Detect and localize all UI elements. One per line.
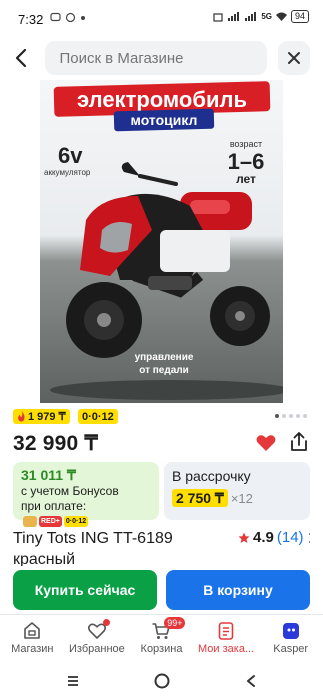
gallery-indicator <box>275 414 307 418</box>
nav-item-orders[interactable]: Мои зака... <box>194 615 259 662</box>
installment-badge: 0·0·12 <box>78 409 118 424</box>
installment-multiplier: ×12 <box>230 490 253 506</box>
signal-icon <box>228 12 240 21</box>
search-input[interactable] <box>59 49 259 67</box>
back-button[interactable] <box>10 46 34 70</box>
age-value: 1–6 <box>228 149 265 174</box>
bonus-price-card[interactable]: 31 011 ₸ с учетом Бонусов при оплате: RE… <box>13 462 159 528</box>
chevron-right-icon <box>308 532 310 543</box>
reviews-count: (14) <box>276 529 304 546</box>
rating-value: 4.9 <box>253 529 274 546</box>
bonus-note-line1: с учетом Бонусов <box>21 484 119 498</box>
product-title: Tiny Tots ING TT-6189 красный <box>13 530 173 566</box>
shop-icon <box>24 622 41 639</box>
bonus-badge: 1 979 ₸ <box>13 409 70 424</box>
add-to-cart-button[interactable]: В корзину <box>166 570 310 610</box>
product-price: 32 990 ₸ <box>13 432 99 455</box>
rating-link[interactable]: 4.9 (14) <box>238 529 310 546</box>
installment-card[interactable]: В рассрочку 2 750 ₸ ×12 <box>164 462 310 520</box>
cart-badge: 99+ <box>164 617 186 629</box>
product-photo: электромобиль мотоцикл 6v аккумулятор во… <box>44 81 283 400</box>
screen: 7:32 5G 94 Поиск в Магазине электромобил… <box>0 0 323 699</box>
status-time: 7:32 <box>18 12 44 27</box>
recents-icon[interactable] <box>65 673 81 689</box>
dot-icon <box>81 15 85 20</box>
battery-label: аккумулятор <box>44 168 91 177</box>
bonus-note-line2-row: при оплате: RED+ 0·0·12 <box>21 499 151 529</box>
back-nav-icon[interactable] <box>243 673 259 689</box>
nav-item-favorites[interactable]: Избранное <box>65 615 130 662</box>
battery-indicator: 94 <box>290 10 309 23</box>
installment-title: В рассрочку <box>172 468 251 484</box>
search-bar[interactable] <box>45 41 267 75</box>
control-note-line1: управление <box>135 352 194 363</box>
product-image[interactable]: электромобиль мотоцикл 6v аккумулятор во… <box>40 80 283 403</box>
control-note-line2: от педали <box>139 365 189 376</box>
home-icon[interactable] <box>153 672 171 690</box>
status-bar: 7:32 5G 94 <box>0 0 323 40</box>
installment-amount: 2 750 ₸ <box>172 489 228 507</box>
star-icon <box>238 532 250 543</box>
chat-icon <box>65 12 76 23</box>
installment-row: 2 750 ₸ ×12 <box>172 489 302 507</box>
camera-icon[interactable] <box>258 48 259 68</box>
gold-card-icon <box>23 516 37 528</box>
signal-2-icon <box>245 12 257 21</box>
age-unit: лет <box>236 172 256 186</box>
gallery-dot <box>275 414 279 418</box>
share-icon <box>291 432 307 451</box>
heart-icon <box>256 435 276 451</box>
product-title-row: Tiny Tots ING TT-6189 красный 4.9 (14) <box>13 528 310 566</box>
flame-icon <box>18 411 25 422</box>
gallery-dot <box>289 414 293 418</box>
installment-badge-value: 0·0·12 <box>82 410 114 423</box>
wifi-icon <box>275 12 287 21</box>
nav-item-kasper[interactable]: Kasper <box>258 615 323 662</box>
red-plus-icon: RED+ <box>39 516 62 528</box>
headline-text: электромобиль <box>77 87 247 112</box>
close-button[interactable] <box>278 41 310 75</box>
nav-label-orders: Мои зака... <box>198 643 255 655</box>
bonus-note-line2: при оплате: <box>21 499 87 513</box>
nav-label-cart: Корзина <box>140 643 183 655</box>
bottom-nav: Магазин Избранное 99+ Корзина Мои зака..… <box>0 614 323 662</box>
gallery-dot <box>303 414 307 418</box>
bonus-badge-value: 1 979 ₸ <box>28 411 66 423</box>
favorites-dot <box>102 619 110 626</box>
orders-icon <box>218 622 234 640</box>
network-type: 5G <box>261 12 272 21</box>
notification-icons <box>50 12 86 23</box>
system-nav-bar <box>0 662 323 699</box>
bonus-price: 31 011 ₸ <box>21 467 76 483</box>
chevron-left-icon <box>15 48 27 68</box>
nav-label-kasper: Kasper <box>273 643 309 655</box>
kasper-icon <box>282 623 299 639</box>
message-icon <box>50 12 61 22</box>
battery-voltage: 6v <box>58 143 83 168</box>
alarm-icon <box>213 12 223 22</box>
payment-icons: RED+ 0·0·12 <box>23 516 89 528</box>
buy-now-button[interactable]: Купить сейчас <box>13 570 157 610</box>
nav-label-shop: Магазин <box>11 643 54 655</box>
status-right: 5G 94 <box>212 10 309 23</box>
nav-item-cart[interactable]: 99+ Корзина <box>129 615 194 662</box>
gallery-dot <box>296 414 300 418</box>
installment-icon: 0·0·12 <box>63 516 89 528</box>
close-icon <box>288 52 300 64</box>
age-label: возраст <box>230 139 262 149</box>
share-button[interactable] <box>288 431 310 453</box>
nav-item-shop[interactable]: Магазин <box>0 615 65 662</box>
gallery-dot <box>282 414 286 418</box>
header <box>0 38 323 80</box>
subheadline-text: мотоцикл <box>131 112 198 128</box>
nav-label-favorites: Избранное <box>69 643 125 655</box>
favorite-button[interactable] <box>255 432 277 454</box>
